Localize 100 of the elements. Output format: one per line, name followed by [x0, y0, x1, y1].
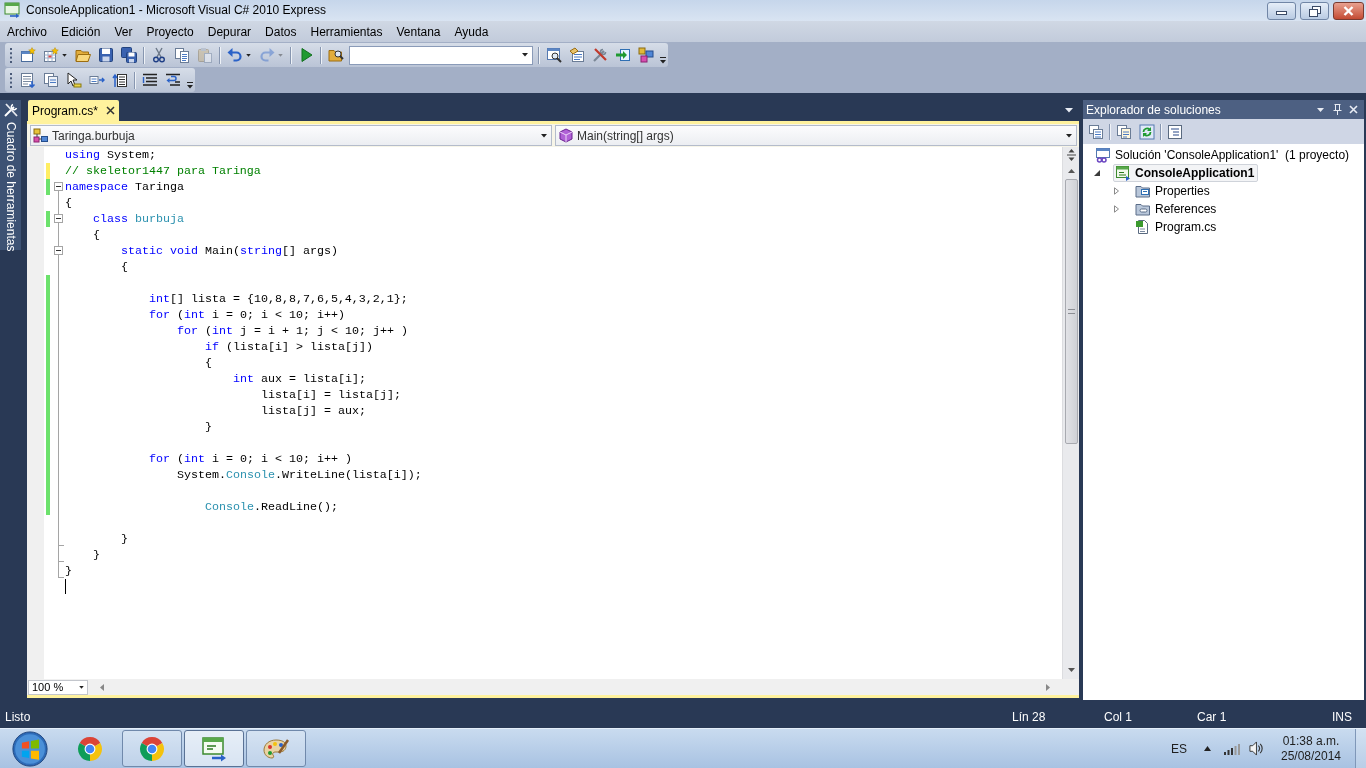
language-indicator[interactable]: ES [1171, 739, 1187, 758]
expand-arrow-icon[interactable] [1114, 187, 1119, 195]
start-orb-icon[interactable] [12, 730, 48, 767]
copy-icon[interactable] [173, 47, 190, 63]
pages-icon[interactable] [1115, 123, 1132, 140]
page-list-icon[interactable] [568, 47, 585, 63]
code-line: for (int i = 0; i < 10; i++ ) [149, 451, 352, 467]
zoom-dropdown[interactable]: 100 % [28, 679, 88, 695]
new-window-icon[interactable] [19, 47, 36, 63]
tree-item[interactable]: Solución 'ConsoleApplication1' (1 proyecto) [1093, 146, 1354, 164]
save-all-icon[interactable] [120, 47, 137, 63]
collapse-arrow-icon[interactable] [1094, 170, 1100, 176]
tools-icon [2, 102, 19, 118]
menu-item[interactable]: Ver [107, 23, 140, 40]
code-line: lista[i] = lista[j]; [261, 387, 401, 403]
browser-icon[interactable] [77, 735, 103, 762]
tools-icon[interactable] [591, 47, 608, 63]
toolbox-tab[interactable]: Cuadro de herramientas [0, 100, 21, 250]
tiles-icon[interactable] [637, 47, 654, 63]
restore-button[interactable] [1300, 2, 1329, 20]
lines-undo-icon[interactable] [164, 72, 181, 88]
menu-item[interactable]: Ayuda [447, 23, 496, 40]
member-dropdown[interactable]: Main(string[] args) [555, 125, 1077, 146]
code-line: } [93, 547, 100, 563]
pin-icon[interactable] [1333, 104, 1342, 115]
vertical-scrollbar[interactable] [1062, 147, 1079, 679]
status-mode: INS [1332, 710, 1352, 724]
close-button[interactable] [1333, 2, 1364, 20]
dropdown-arrow-icon[interactable] [1317, 107, 1324, 112]
toolbar-grip[interactable] [10, 47, 13, 63]
open-folder-icon[interactable] [74, 47, 91, 63]
code-line: { [65, 195, 72, 211]
code-line: int aux = lista[i]; [233, 371, 366, 387]
code-page-icon[interactable] [1166, 123, 1183, 140]
show-desktop-button[interactable] [1355, 728, 1366, 768]
caret-icon[interactable] [79, 685, 84, 689]
code-line: { [93, 227, 100, 243]
tree-item[interactable]: Program.cs [1133, 218, 1221, 236]
taskbar-button[interactable] [122, 730, 182, 767]
code-line: for (int i = 0; i < 10; i++) [149, 307, 345, 323]
minimize-button[interactable] [1267, 2, 1296, 20]
clock-time[interactable]: 01:38 a.m. [1282, 733, 1340, 749]
scroll-right-icon[interactable] [1046, 683, 1050, 691]
scissors-icon[interactable] [150, 47, 167, 63]
speaker-icon[interactable] [1249, 741, 1263, 756]
toolbar-grip[interactable] [10, 72, 13, 88]
taskbar-button[interactable] [246, 730, 306, 767]
menu-item[interactable]: Proyecto [139, 23, 201, 40]
code-line: { [121, 259, 128, 275]
clock-date[interactable]: 25/08/2014 [1280, 748, 1342, 764]
scroll-up-icon[interactable] [1067, 169, 1075, 173]
list-up-arrow-icon[interactable] [111, 72, 128, 88]
scroll-thumb[interactable] [1064, 179, 1078, 444]
collapse-icon[interactable] [54, 214, 63, 223]
undo-icon[interactable] [226, 47, 243, 63]
caret-icon[interactable] [1065, 108, 1073, 113]
windows-stack-icon[interactable] [1087, 123, 1104, 140]
tree-item[interactable]: References [1133, 200, 1221, 218]
menu-item[interactable]: Herramientas [303, 23, 390, 40]
window-search-icon[interactable] [545, 47, 562, 63]
taskbar-button[interactable] [184, 730, 244, 767]
document-tab[interactable]: Program.cs* [28, 100, 120, 121]
caret-icon[interactable] [1066, 133, 1072, 138]
menu-item[interactable]: Edición [54, 23, 108, 40]
save-icon[interactable] [97, 47, 114, 63]
menu-item[interactable]: Depurar [200, 23, 259, 40]
scroll-down-icon[interactable] [1067, 668, 1075, 672]
combo-field[interactable] [349, 45, 533, 65]
arrow-box-icon[interactable] [614, 47, 631, 63]
tree-item[interactable]: ConsoleApplication1 [1113, 164, 1259, 182]
collapse-icon[interactable] [54, 182, 63, 191]
refresh-icon[interactable] [1138, 123, 1155, 140]
caret-icon[interactable] [62, 53, 67, 57]
tray-arrow-icon[interactable] [1204, 746, 1211, 751]
indent-lines-icon[interactable] [141, 72, 158, 88]
scroll-left-icon[interactable] [100, 683, 104, 691]
code-line: } [65, 563, 72, 579]
expand-arrow-icon[interactable] [1114, 205, 1119, 213]
caret-icon[interactable] [522, 53, 528, 57]
collapse-icon[interactable] [54, 246, 63, 255]
pages-icon[interactable] [42, 72, 59, 88]
caret-icon[interactable] [246, 53, 251, 57]
folder-search-icon[interactable] [327, 47, 344, 63]
menu-item[interactable]: Archivo [0, 23, 54, 40]
close-icon[interactable] [106, 106, 116, 115]
menu-item[interactable]: Datos [258, 23, 304, 40]
status-line: Lín 28 [1012, 710, 1046, 724]
new-grid-icon[interactable] [42, 47, 59, 63]
caret-icon[interactable] [541, 133, 547, 138]
type-dropdown[interactable]: Taringa.burbuja [30, 125, 552, 146]
overflow-icon[interactable] [187, 81, 193, 89]
minimize-icon [1276, 11, 1287, 15]
signal-icon[interactable] [1224, 742, 1240, 755]
status-column: Col 1 [1104, 710, 1132, 724]
split-handle[interactable] [1066, 149, 1076, 161]
pointer-icon[interactable] [65, 72, 82, 88]
project-icon [1115, 165, 1131, 181]
menu-item[interactable]: Ventana [389, 23, 448, 40]
overflow-icon[interactable] [660, 56, 666, 64]
tree-item[interactable]: Properties [1133, 182, 1214, 200]
